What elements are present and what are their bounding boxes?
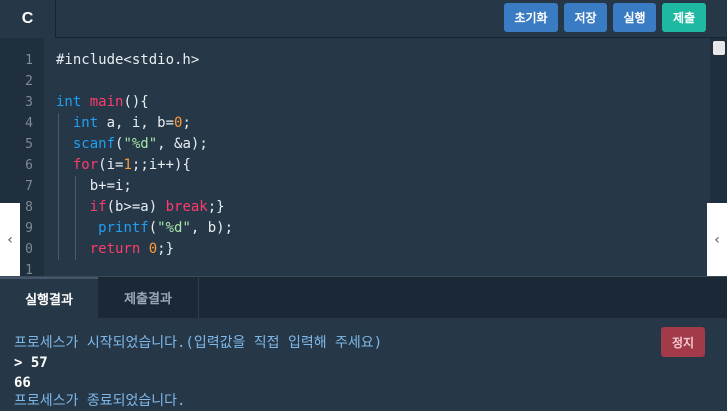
line-number: 7 [25,179,33,194]
scrollbar-thumb[interactable] [713,41,725,55]
chevron-left-icon: ‹ [7,232,13,248]
console-input-line: > 57 [14,355,48,371]
line-number: 2 [25,74,33,89]
stop-button[interactable]: 정지 [661,327,705,357]
result-tabs: 실행결과 제출결과 [0,276,727,318]
editor-toolbar: C 초기화 저장 실행 제출 [0,0,727,38]
console-output[interactable]: 프로세스가 시작되었습니다.(입력값을 직접 입력해 주세요) > 57 66 … [0,318,727,410]
run-button[interactable]: 실행 [613,3,656,32]
code-line: scanf("%d", &a); [72,136,208,152]
line-number: 5 [25,137,33,152]
left-panel-toggle[interactable]: ‹ [0,203,20,277]
code-line: int a, i, b=0; [72,115,191,131]
process-start-message: 프로세스가 시작되었습니다.(입력값을 직접 입력해 주세요) [14,335,383,351]
line-number: 3 [25,95,33,110]
tab-submission-result[interactable]: 제출결과 [98,277,199,318]
code-line: int main(){ [56,94,149,110]
reset-button[interactable]: 초기화 [504,3,558,32]
code-line: return 0;} [89,241,175,257]
submit-button[interactable]: 제출 [662,3,706,32]
save-button[interactable]: 저장 [564,3,607,32]
code-line: b+=i; [56,178,132,194]
chevron-left-icon: ‹ [714,232,720,248]
code-line: printf("%d", b); [98,220,234,236]
code-editor[interactable]: 1 2 3 4 5 6 7 8 9 0 1 #include<stdio.h> … [0,38,727,276]
line-number: 1 [25,53,33,68]
console-output-line: 66 [14,375,31,391]
line-number: 4 [25,116,33,131]
language-tab[interactable]: C [0,0,56,38]
code-line: #include<stdio.h> [56,52,200,68]
line-number: 6 [25,158,33,173]
right-panel-toggle[interactable]: ‹ [707,203,727,277]
tab-run-result[interactable]: 실행결과 [0,277,98,318]
code-line: if(b>=a) break;} [89,199,225,215]
code-line: for(i=1;;i++){ [72,157,191,173]
process-end-message: 프로세스가 종료되었습니다. [14,393,186,409]
